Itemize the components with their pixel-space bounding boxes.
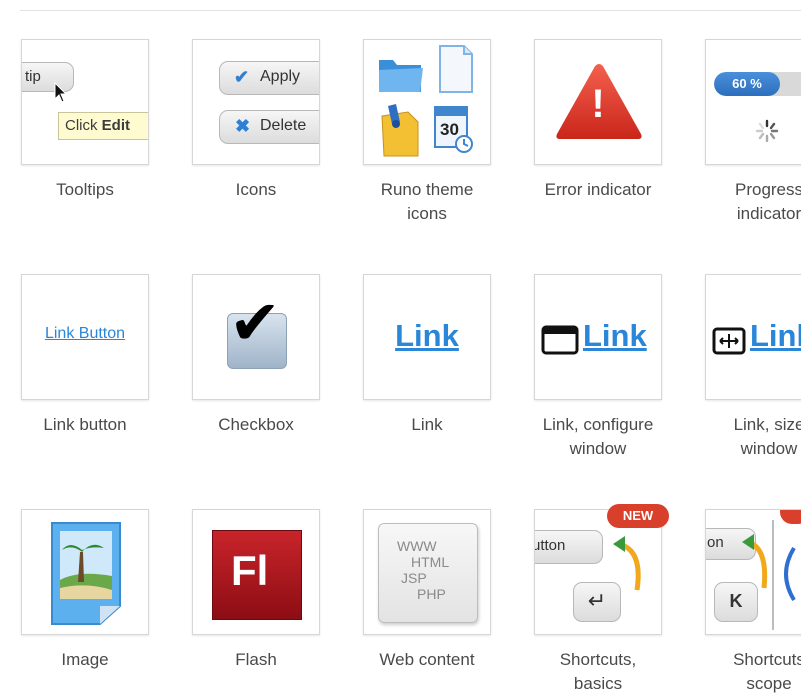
flash-logo-icon: Fl — [212, 530, 302, 620]
top-divider — [20, 10, 801, 11]
link-button-tile[interactable]: Link Button — [21, 274, 149, 400]
link-configure-window-tile[interactable]: Link — [534, 274, 662, 400]
tooltip-box: Click Edit — [58, 112, 148, 140]
web-content-panel: WWW HTML JSP PHP — [378, 523, 478, 623]
link-size-sample: Link — [750, 318, 801, 353]
caption-runo-theme-icons: Runo theme icons — [380, 180, 474, 223]
shortcut-button-label: utton — [534, 537, 566, 554]
checkmark-icon: ✔ — [229, 289, 281, 358]
progress-percent-label: 60 % — [732, 76, 762, 91]
scope-circle-icon — [784, 546, 796, 602]
web-line-www: WWW — [397, 538, 437, 554]
web-content-tile[interactable]: WWW HTML JSP PHP — [363, 509, 491, 635]
resize-window-icon — [712, 327, 746, 355]
web-line-html: HTML — [411, 554, 450, 570]
document-icon — [439, 45, 473, 93]
cursor-arrow-icon — [54, 82, 68, 103]
window-icon — [541, 325, 579, 355]
caption-link-size-window: Link, size window — [733, 415, 801, 458]
delete-button-sample: ✖ Delete — [219, 110, 319, 144]
progress-indicator-tile[interactable]: 60 % — [705, 39, 801, 165]
caption-icons: Icons — [235, 180, 277, 199]
image-file-icon — [51, 522, 121, 625]
shortcut-button-sample: utton — [534, 530, 603, 564]
spinner-icon — [755, 119, 779, 143]
web-line-php: PHP — [417, 586, 446, 602]
caption-link-configure-window: Link, configure window — [542, 415, 654, 458]
folder-icon — [379, 60, 423, 92]
caption-link-button: Link button — [43, 415, 127, 434]
tooltips-tile[interactable]: tip Click Edit — [21, 39, 149, 165]
error-symbol: ! — [591, 82, 605, 126]
scope-divider — [772, 520, 774, 630]
caption-error-indicator: Error indicator — [544, 180, 652, 199]
caption-checkbox: Checkbox — [218, 415, 294, 434]
error-indicator-tile[interactable]: ! — [534, 39, 662, 165]
apply-label: Apply — [260, 68, 301, 85]
image-tile[interactable] — [21, 509, 149, 635]
tooltip-text: Click — [65, 117, 98, 134]
tooltip-bold-text: Edit — [101, 117, 131, 134]
runo-theme-icons-tile[interactable]: 30 — [363, 39, 491, 165]
calendar-number: 30 — [440, 120, 459, 139]
k-key: K — [714, 582, 758, 622]
link-sample: Link — [395, 318, 459, 353]
enter-key: ↵ — [573, 582, 621, 622]
new-badge: NEW — [607, 504, 669, 528]
web-line-jsp: JSP — [401, 570, 427, 586]
flash-tile[interactable]: Fl — [192, 509, 320, 635]
delete-label: Delete — [260, 117, 307, 134]
link-tile[interactable]: Link — [363, 274, 491, 400]
apply-button-sample: ✔ Apply — [219, 61, 319, 95]
link-configure-sample: Link — [583, 318, 647, 353]
caption-tooltips: Tooltips — [56, 180, 114, 199]
caption-image: Image — [61, 650, 109, 669]
flash-logo-text: Fl — [231, 547, 269, 594]
tip-button-label: tip — [25, 68, 41, 85]
check-icon: ✔ — [234, 67, 250, 87]
link-size-window-tile[interactable]: Link — [705, 274, 801, 400]
link-button-sample: Link Button — [44, 325, 126, 342]
delete-x-icon: ✖ — [235, 116, 251, 136]
caption-flash: Flash — [235, 650, 277, 669]
caption-shortcuts-scope: Shortcuts scope — [733, 650, 801, 693]
scope-button-label: on — [707, 534, 724, 551]
caption-web-content: Web content — [379, 650, 475, 669]
enter-key-symbol: ↵ — [587, 588, 607, 613]
shortcuts-scope-tile[interactable]: on K — [705, 509, 801, 635]
pinned-note-icon — [381, 104, 419, 157]
caption-progress-indicator: Progress indicator — [734, 180, 801, 223]
caption-shortcuts-basics: Shortcuts, basics — [559, 650, 637, 693]
checkbox-tile[interactable]: ✔ — [192, 274, 320, 400]
scope-new-badge — [780, 510, 801, 524]
caption-link: Link — [411, 415, 443, 434]
k-key-label: K — [729, 591, 743, 611]
icons-tile[interactable]: ✔ Apply ✖ Delete — [192, 39, 320, 165]
